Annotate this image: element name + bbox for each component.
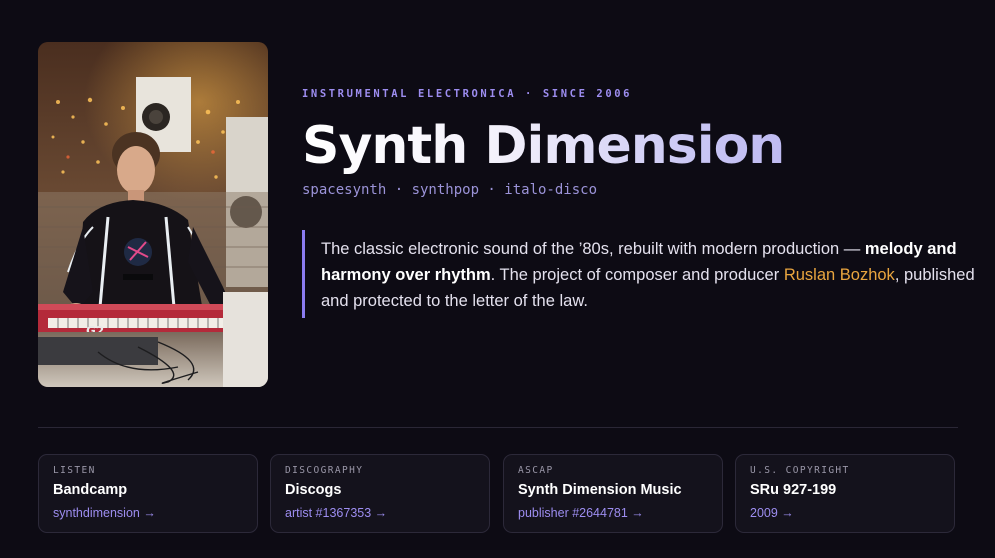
description-text: The classic electronic sound of the ’80s… bbox=[321, 240, 865, 258]
description-text: . The project of composer and producer bbox=[490, 266, 784, 284]
card-key: DISCOGRAPHY bbox=[285, 465, 364, 476]
card-listen[interactable]: LISTEN Bandcamp synthdimension → bbox=[38, 454, 258, 533]
card-copyright[interactable]: U.S. COPYRIGHT SRu 927-199 2009 → bbox=[735, 454, 955, 533]
card-key: LISTEN bbox=[53, 465, 96, 476]
card-value: Bandcamp bbox=[53, 482, 128, 498]
card-value: Synth Dimension Music bbox=[518, 482, 682, 498]
link-cards: LISTEN Bandcamp synthdimension → DISCOGR… bbox=[38, 454, 958, 535]
genre-list: spacesynth · synthpop · italo-disco bbox=[302, 182, 598, 198]
artist-photo: G2 bbox=[38, 42, 268, 387]
producer-name: Ruslan Bozhok bbox=[783, 266, 895, 284]
card-value: Discogs bbox=[285, 482, 342, 498]
card-ascap[interactable]: ASCAP Synth Dimension Music publisher #2… bbox=[503, 454, 723, 533]
hero: INSTRUMENTAL ELECTRONICA · SINCE 2006 Sy… bbox=[302, 88, 962, 198]
artist-photo-image: G2 bbox=[38, 42, 268, 387]
card-link[interactable]: synthdimension → bbox=[53, 506, 243, 520]
card-key: ASCAP bbox=[518, 465, 554, 476]
card-key: U.S. COPYRIGHT bbox=[750, 465, 850, 476]
card-link[interactable]: publisher #2644781 → bbox=[518, 506, 708, 520]
hero-description: The classic electronic sound of the ’80s… bbox=[302, 230, 976, 318]
card-link[interactable]: 2009 → bbox=[750, 506, 940, 520]
section-divider bbox=[38, 427, 958, 428]
card-link[interactable]: artist #1367353 → bbox=[285, 506, 475, 520]
page: G2 INSTRUMENTAL ELECTRONICA · SINCE 2006… bbox=[0, 0, 995, 558]
card-discography[interactable]: DISCOGRAPHY Discogs artist #1367353 → bbox=[270, 454, 490, 533]
hero-eyebrow: INSTRUMENTAL ELECTRONICA · SINCE 2006 bbox=[302, 88, 633, 100]
page-title: Synth Dimension bbox=[302, 118, 962, 174]
card-value: SRu 927-199 bbox=[750, 482, 837, 498]
